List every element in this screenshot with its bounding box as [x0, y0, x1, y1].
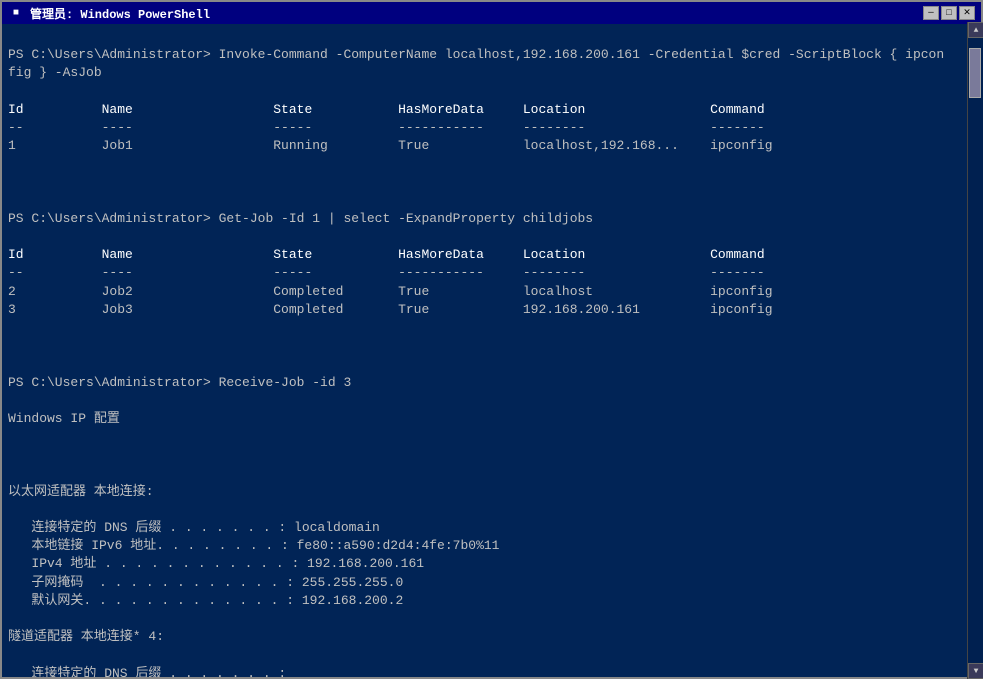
minimize-button[interactable]: ─ [923, 6, 939, 20]
window-wrap: ■ 管理员: Windows PowerShell ─ □ ✕ PS C:\Us… [0, 0, 983, 679]
dns-suffix-1: 连接特定的 DNS 后缀 . . . . . . . : localdomain [8, 520, 380, 535]
dns-suffix-2: 连接特定的 DNS 后缀 . . . . . . . : [8, 666, 286, 677]
title-bar-left: ■ 管理员: Windows PowerShell [8, 5, 210, 22]
line-get-job: PS C:\Users\Administrator> Get-Job -Id 1… [8, 211, 593, 226]
powershell-window: ■ 管理员: Windows PowerShell ─ □ ✕ PS C:\Us… [0, 0, 983, 679]
table-sep-2: -- ---- ----- ----------- -------- -----… [8, 265, 765, 280]
tunnel-header-1: 隧道适配器 本地连接* 4: [8, 629, 164, 644]
ipv4-addr: IPv4 地址 . . . . . . . . . . . . : 192.16… [8, 556, 424, 571]
table-sep-1: -- ---- ----- ----------- -------- -----… [8, 120, 765, 135]
win-ip-title: Windows IP 配置 [8, 411, 120, 426]
table-header-1: Id Name State HasMoreData Location Comma… [8, 102, 765, 117]
close-button[interactable]: ✕ [959, 6, 975, 20]
line-1: PS C:\Users\Administrator> Invoke-Comman… [8, 47, 944, 62]
powershell-icon: ■ [8, 5, 24, 21]
window-title: 管理员: Windows PowerShell [30, 5, 210, 22]
maximize-button[interactable]: □ [941, 6, 957, 20]
scroll-up-arrow[interactable]: ▲ [968, 24, 981, 38]
ipv6-link-1: 本地链接 IPv6 地址. . . . . . . . : fe80::a590… [8, 538, 499, 553]
default-gw-1: 默认网关. . . . . . . . . . . . . : 192.168.… [8, 593, 403, 608]
table-row-3: 3 Job3 Completed True 192.168.200.161 ip… [8, 302, 773, 317]
table-row-2: 2 Job2 Completed True localhost ipconfig [8, 284, 773, 299]
table-row-1: 1 Job1 Running True localhost,192.168...… [8, 138, 773, 153]
table-header-2: Id Name State HasMoreData Location Comma… [8, 247, 765, 262]
title-bar-buttons: ─ □ ✕ [923, 6, 975, 20]
scroll-thumb[interactable] [969, 48, 981, 98]
scroll-area[interactable] [968, 38, 981, 663]
terminal-content[interactable]: PS C:\Users\Administrator> Invoke-Comman… [2, 24, 981, 677]
col-id-2: Id Name State HasMoreData Location Comma… [8, 247, 765, 262]
line-2: fig } -AsJob [8, 65, 102, 80]
ethernet-header: 以太网适配器 本地连接: [8, 484, 154, 499]
subnet-mask: 子网掩码 . . . . . . . . . . . . : 255.255.2… [8, 575, 403, 590]
scrollbar[interactable]: ▲ ▼ [967, 24, 981, 677]
title-bar: ■ 管理员: Windows PowerShell ─ □ ✕ [2, 2, 981, 24]
scroll-down-arrow[interactable]: ▼ [968, 663, 981, 677]
col-id-1: Id Name State HasMoreData Location Comma… [8, 102, 765, 117]
line-receive-job: PS C:\Users\Administrator> Receive-Job -… [8, 375, 351, 390]
